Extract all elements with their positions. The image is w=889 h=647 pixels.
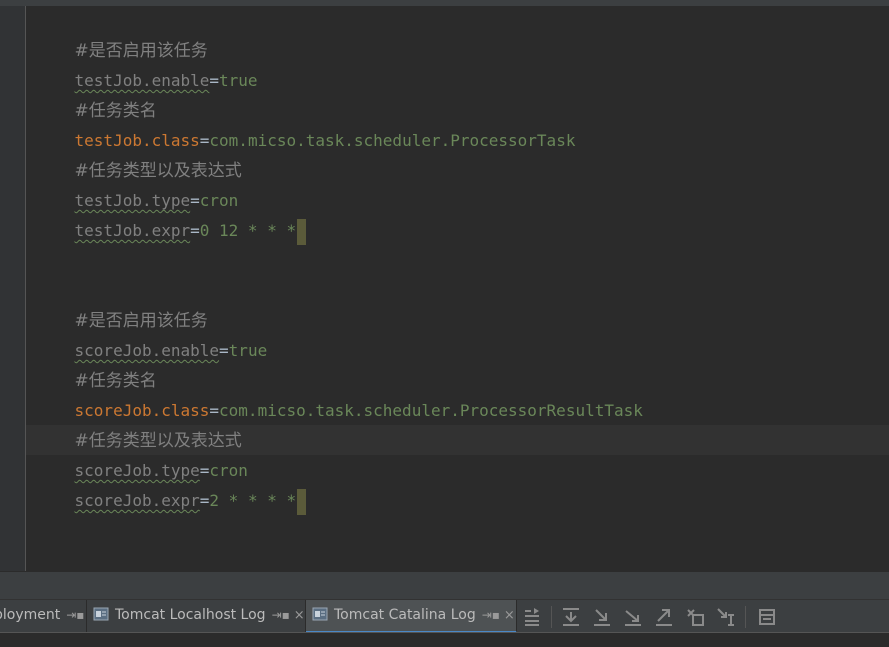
soft-wrap-icon[interactable] <box>523 607 543 627</box>
property-value: 0 12 * * * <box>199 221 297 240</box>
code-line[interactable]: testJob.enable=true <box>36 36 258 90</box>
code-line[interactable]: testJob.type=cron <box>36 156 239 210</box>
equals-sign: = <box>209 71 220 90</box>
property-value: 2 * * * * <box>209 491 297 510</box>
code-line[interactable]: #是否启用该任务 <box>36 276 208 331</box>
pin-icon[interactable]: ⇥▪ <box>272 608 290 622</box>
equals-sign: = <box>219 341 229 360</box>
property-value: true <box>219 71 258 90</box>
equals-sign: = <box>190 221 200 240</box>
down-arrow-icon[interactable] <box>592 607 612 627</box>
toolbar-divider <box>551 606 552 628</box>
code-line[interactable]: scoreJob.type=cron <box>36 426 248 480</box>
print-icon[interactable] <box>757 607 777 627</box>
editor-gutter <box>0 6 26 571</box>
property-value: com.micso.task.scheduler.ProcessorTask <box>209 131 576 150</box>
down-right-arrow-icon[interactable] <box>623 607 643 627</box>
clear-all-icon[interactable] <box>685 607 705 627</box>
code-line[interactable]: scoreJob.enable=true <box>36 306 268 360</box>
toolbar-divider <box>745 606 746 628</box>
property-key: scoreJob.expr <box>74 491 200 510</box>
code-editor[interactable]: #是否启用该任务 testJob.enable=true #任务类名 testJ… <box>0 6 889 571</box>
scroll-to-end-icon[interactable] <box>561 607 581 627</box>
code-line[interactable]: #是否启用该任务 <box>36 6 208 61</box>
horizontal-scrollbar[interactable] <box>0 571 889 600</box>
tab-tomcat-catalina-log[interactable]: Tomcat Catalina Log ⇥▪ × <box>306 600 517 633</box>
property-key: testJob.expr <box>74 221 191 240</box>
tab-label: Tomcat Catalina Log <box>334 607 476 623</box>
log-icon <box>312 607 328 621</box>
log-icon <box>93 607 109 621</box>
equals-sign: = <box>199 491 210 510</box>
code-line[interactable]: #任务类型以及表达式 <box>36 396 242 451</box>
code-line[interactable]: testJob.class=com.micso.task.scheduler.P… <box>36 96 576 150</box>
property-value: true <box>228 341 268 360</box>
tab-deployment[interactable]: ployment ⇥▪ <box>0 600 87 633</box>
text-cursor <box>297 488 307 515</box>
close-icon[interactable]: × <box>294 608 305 623</box>
code-line[interactable]: #任务类名 <box>36 66 157 121</box>
filter-icon[interactable] <box>716 607 736 627</box>
tab-tomcat-localhost-log[interactable]: Tomcat Localhost Log ⇥▪ × <box>87 600 306 633</box>
up-right-arrow-icon[interactable] <box>654 607 674 627</box>
code-line[interactable]: testJob.expr=0 12 * * * <box>36 186 307 245</box>
pin-icon[interactable]: ⇥▪ <box>66 608 84 622</box>
code-line[interactable]: scoreJob.expr=2 * * * * <box>36 456 307 515</box>
status-strip <box>0 632 889 647</box>
pin-icon[interactable]: ⇥▪ <box>482 608 500 622</box>
close-icon[interactable]: × <box>504 608 515 623</box>
tab-label: ployment <box>0 607 61 623</box>
code-line[interactable]: scoreJob.class=com.micso.task.scheduler.… <box>36 366 643 420</box>
property-value: com.micso.task.scheduler.ProcessorResult… <box>219 401 643 420</box>
code-line[interactable]: #任务类型以及表达式 <box>36 126 242 181</box>
text-cursor <box>297 218 307 245</box>
tab-label: Tomcat Localhost Log <box>115 607 266 623</box>
tool-window-tab-bar: ployment ⇥▪ Tomcat Localhost Log ⇥▪ × Tomca… <box>0 599 889 633</box>
code-line[interactable]: #任务类名 <box>36 336 157 391</box>
